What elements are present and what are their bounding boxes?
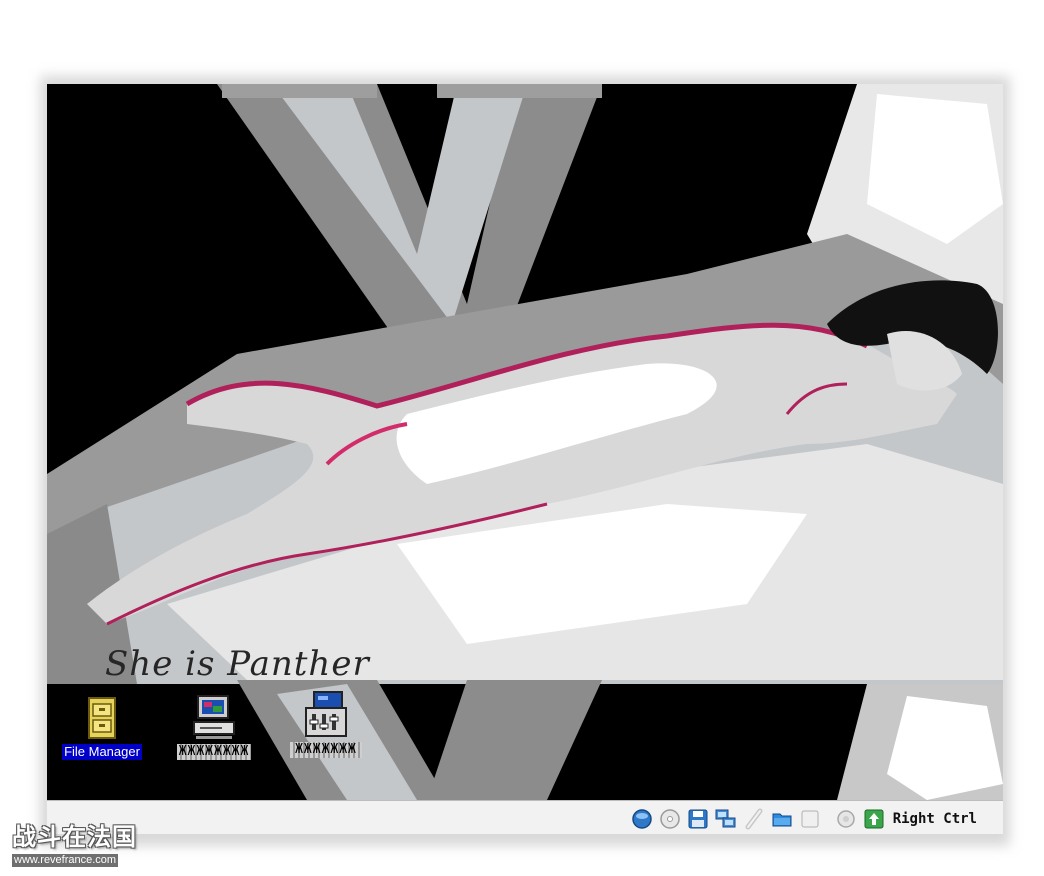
keyboard-capture-icon[interactable] [863,808,885,830]
floppy-icon[interactable] [687,808,709,830]
desktop-icon-computer[interactable]: ЖЖЖЖЖЖЖЖ [159,692,269,760]
wallpaper-signature: She is Panther [105,644,370,684]
vm-statusbar: Right Ctrl [47,800,1003,834]
vm-window: She is Panther File Manager ЖЖЖЖЖЖЖЖ ЖЖЖ… [47,84,1003,834]
watermark-title: 战斗在法国 [12,823,137,851]
shared-folder-icon[interactable] [771,808,793,830]
control-panel-icon [305,691,347,737]
hard-disk-icon[interactable] [631,808,653,830]
desktop-icon-file-manager[interactable]: File Manager [47,696,157,761]
desktop-icon-label: File Manager [62,744,142,760]
file-cabinet-icon [88,697,116,739]
optical-drive-icon[interactable] [659,808,681,830]
statusbar-tray: Right Ctrl [631,807,977,831]
usb-icon[interactable] [743,808,765,830]
network-icon[interactable] [715,808,737,830]
guest-desktop[interactable]: She is Panther File Manager ЖЖЖЖЖЖЖЖ ЖЖЖ… [47,84,1003,800]
display-icon[interactable] [799,808,821,830]
computer-icon [193,695,235,739]
desktop-icon-label: ЖЖЖЖЖЖЖ [290,742,362,758]
desktop-icon-label: ЖЖЖЖЖЖЖЖ [176,744,252,760]
host-key-label: Right Ctrl [892,811,977,827]
site-watermark: 战斗在法国 www.revefrance.com [12,824,137,868]
desktop-icon-control-panel[interactable]: ЖЖЖЖЖЖЖ [271,690,381,758]
watermark-url: www.revefrance.com [12,854,119,867]
capture-icon[interactable] [835,808,857,830]
